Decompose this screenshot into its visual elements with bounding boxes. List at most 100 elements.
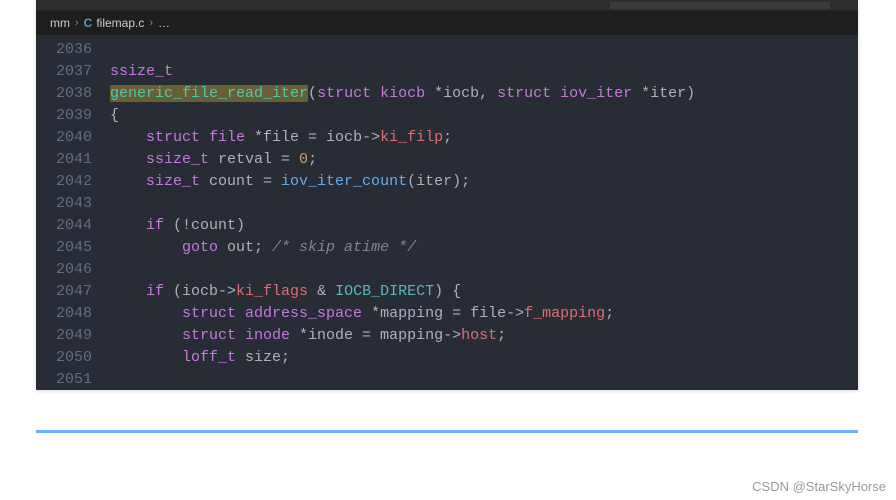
code-line[interactable]: if (iocb->ki_flags & IOCB_DIRECT) { — [110, 281, 858, 303]
line-number: 2047 — [36, 281, 92, 303]
code-line[interactable]: size_t count = iov_iter_count(iter); — [110, 171, 858, 193]
code-token: address_space — [236, 305, 371, 322]
code-token: ; — [605, 305, 614, 322]
line-number: 2045 — [36, 237, 92, 259]
code-token: ) { — [434, 283, 461, 300]
code-token: ; — [308, 151, 317, 168]
code-line[interactable]: loff_t size; — [110, 347, 858, 369]
code-token: loff_t — [182, 349, 236, 366]
line-number-gutter: 2036203720382039204020412042204320442045… — [36, 35, 110, 390]
code-token: ssize_t — [110, 63, 173, 80]
divider-line — [36, 430, 858, 433]
code-token: ssize_t — [146, 151, 209, 168]
code-token: out; — [218, 239, 272, 256]
line-number: 2049 — [36, 325, 92, 347]
code-token — [110, 239, 182, 256]
code-token: { — [110, 107, 119, 124]
code-token: size_t — [146, 173, 200, 190]
code-token: iov_iter — [551, 85, 641, 102]
code-token — [110, 217, 146, 234]
code-line[interactable] — [110, 369, 858, 391]
code-token: struct — [182, 305, 236, 322]
code-token: if — [146, 283, 164, 300]
editor-window: mm › C filemap.c › … 2036203720382039204… — [36, 0, 858, 390]
line-number: 2043 — [36, 193, 92, 215]
code-token — [110, 349, 182, 366]
breadcrumb[interactable]: mm › C filemap.c › … — [36, 11, 858, 35]
code-token: if — [146, 217, 164, 234]
code-content[interactable]: ssize_tgeneric_file_read_iter(struct kio… — [110, 35, 858, 390]
chevron-right-icon: › — [75, 17, 79, 29]
code-token: host — [461, 327, 497, 344]
code-line[interactable]: generic_file_read_iter(struct kiocb *ioc… — [110, 83, 858, 105]
code-line[interactable]: if (!count) — [110, 215, 858, 237]
code-token: ki_flags — [236, 283, 308, 300]
code-token: generic_file_read_iter — [110, 85, 308, 102]
breadcrumb-extra[interactable]: … — [158, 16, 170, 30]
watermark-text: CSDN @StarSkyHorse — [752, 479, 886, 494]
line-number: 2036 — [36, 39, 92, 61]
code-token: ) — [686, 85, 695, 102]
code-line[interactable]: struct file *file = iocb->ki_filp; — [110, 127, 858, 149]
code-token: inode — [236, 327, 299, 344]
code-token: *iter — [641, 85, 686, 102]
code-line[interactable]: ssize_t retval = 0; — [110, 149, 858, 171]
code-token: struct — [497, 85, 551, 102]
code-line[interactable] — [110, 39, 858, 61]
chevron-right-icon: › — [149, 17, 153, 29]
code-token: *mapping = file-> — [371, 305, 524, 322]
code-token: 0 — [299, 151, 308, 168]
code-token: ; — [443, 129, 452, 146]
code-line[interactable]: struct address_space *mapping = file->f_… — [110, 303, 858, 325]
code-line[interactable]: ssize_t — [110, 61, 858, 83]
line-number: 2041 — [36, 149, 92, 171]
page-container: mm › C filemap.c › … 2036203720382039204… — [0, 0, 896, 500]
code-line[interactable]: goto out; /* skip atime */ — [110, 237, 858, 259]
code-token: struct — [317, 85, 371, 102]
line-number: 2039 — [36, 105, 92, 127]
code-token: size; — [236, 349, 290, 366]
code-token: iov_iter_count — [281, 173, 407, 190]
code-token: ( — [308, 85, 317, 102]
code-token: /* skip atime */ — [272, 239, 416, 256]
code-token — [110, 283, 146, 300]
code-token: (iter); — [407, 173, 470, 190]
breadcrumb-file[interactable]: filemap.c — [96, 16, 144, 30]
line-number: 2050 — [36, 347, 92, 369]
code-token: *inode = mapping-> — [299, 327, 461, 344]
code-token: f_mapping — [524, 305, 605, 322]
code-token: retval = — [209, 151, 299, 168]
code-token: ; — [497, 327, 506, 344]
code-token: kiocb — [371, 85, 434, 102]
code-token: ki_filp — [380, 129, 443, 146]
line-number: 2040 — [36, 127, 92, 149]
line-number: 2042 — [36, 171, 92, 193]
line-number: 2051 — [36, 369, 92, 391]
code-token: *iocb — [434, 85, 479, 102]
code-token: IOCB_DIRECT — [335, 283, 434, 300]
code-token — [110, 327, 182, 344]
code-token: goto — [182, 239, 218, 256]
code-token — [110, 173, 146, 190]
line-number: 2046 — [36, 259, 92, 281]
code-token — [110, 151, 146, 168]
tab-strip[interactable] — [36, 0, 858, 11]
code-token: *file = iocb-> — [254, 129, 380, 146]
c-file-icon: C — [84, 16, 93, 30]
code-line[interactable]: { — [110, 105, 858, 127]
code-token: file — [200, 129, 254, 146]
line-number: 2037 — [36, 61, 92, 83]
code-line[interactable]: struct inode *inode = mapping->host; — [110, 325, 858, 347]
code-token: & — [308, 283, 335, 300]
code-token — [110, 129, 146, 146]
line-number: 2038 — [36, 83, 92, 105]
code-token: , — [479, 85, 497, 102]
code-token: (iocb-> — [164, 283, 236, 300]
code-line[interactable] — [110, 259, 858, 281]
breadcrumb-folder[interactable]: mm — [50, 16, 70, 30]
line-number: 2048 — [36, 303, 92, 325]
code-line[interactable] — [110, 193, 858, 215]
code-token: count = — [200, 173, 281, 190]
code-editor[interactable]: 2036203720382039204020412042204320442045… — [36, 35, 858, 390]
code-token: struct — [146, 129, 200, 146]
